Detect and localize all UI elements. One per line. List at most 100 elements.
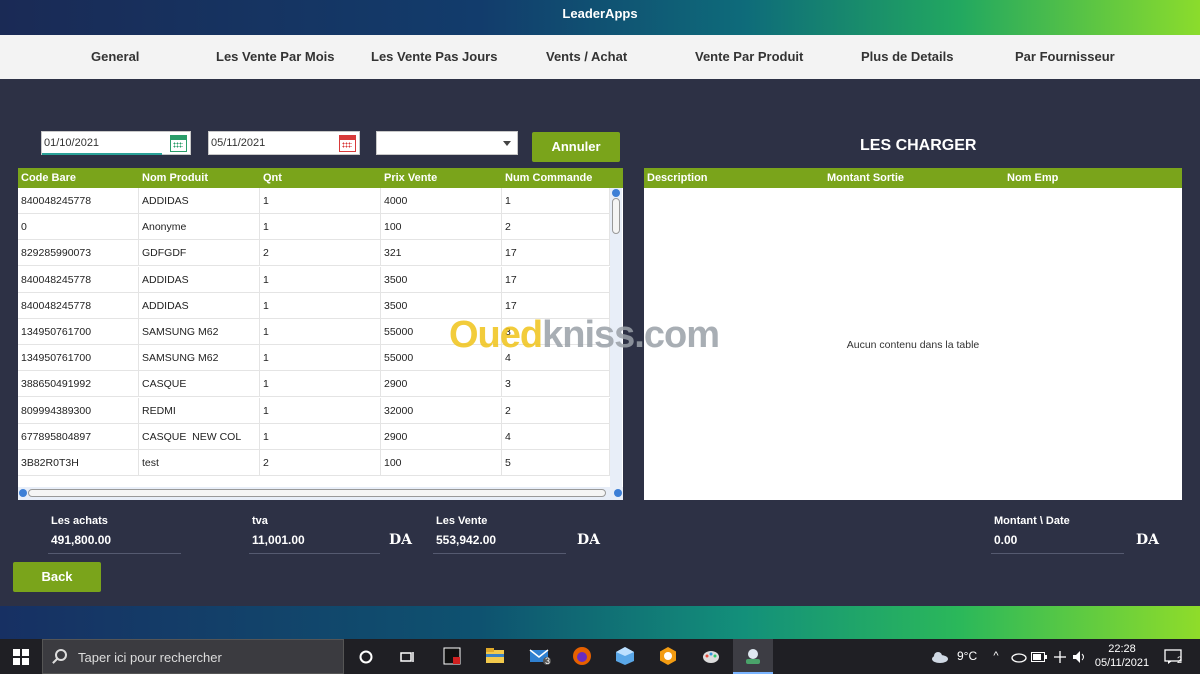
table-cell: 17 — [502, 240, 610, 267]
mail-icon[interactable] — [525, 639, 555, 674]
table-cell: 1 — [260, 188, 381, 214]
mail-badge: 3 — [545, 656, 551, 666]
achats-value: 491,800.00 — [51, 533, 112, 547]
table-cell: ADDIDAS — [139, 292, 260, 319]
scroll-up-icon[interactable] — [612, 189, 620, 197]
cortana-icon[interactable] — [352, 639, 380, 674]
charges-table: Description Montant Sortie Nom Emp Aucun… — [644, 168, 1182, 500]
table-row[interactable]: 0 Anonyme 1 100 2 — [18, 214, 610, 241]
firefox-icon[interactable] — [568, 639, 596, 674]
leaderapps-taskbar-button[interactable] — [733, 639, 773, 674]
table-cell: 3B82R0T3H — [18, 450, 139, 476]
weather-temp[interactable]: 9°C — [957, 649, 977, 663]
filter-select[interactable] — [376, 131, 518, 155]
achats-label: Les achats — [51, 515, 108, 527]
column-header[interactable]: Prix Vente — [381, 168, 502, 188]
table-cell: 1 — [260, 423, 381, 450]
table-cell: 2 — [260, 240, 381, 267]
table-cell: 1 — [260, 292, 381, 319]
app-box-icon[interactable] — [611, 639, 639, 674]
leaderapps-icon — [746, 649, 760, 664]
scroll-right-icon[interactable] — [614, 489, 622, 497]
task-view-icon[interactable] — [394, 639, 422, 674]
table-cell: GDFGDF — [139, 240, 260, 267]
cloud-sync-icon[interactable] — [1010, 639, 1028, 674]
calendar-icon[interactable] — [170, 135, 187, 152]
currency-label: DA — [577, 532, 601, 548]
chevron-down-icon — [503, 141, 511, 146]
column-header[interactable]: Nom Produit — [139, 168, 260, 188]
nav-vents-achat[interactable]: Vents / Achat — [546, 35, 627, 79]
date-to-value: 05/11/2021 — [211, 137, 266, 149]
notification-icon[interactable] — [1160, 639, 1186, 674]
app-cog-icon[interactable] — [654, 639, 682, 674]
table-row[interactable]: 840048245778 ADDIDAS 1 4000 1 — [18, 188, 610, 214]
battery-icon[interactable] — [1030, 639, 1048, 674]
table-cell: 0 — [18, 214, 139, 241]
table-cell: ADDIDAS — [139, 188, 260, 214]
date-to-picker[interactable]: 05/11/2021 — [208, 131, 360, 155]
network-icon[interactable] — [1051, 639, 1069, 674]
table-cell: CASQUE — [139, 371, 260, 398]
watermark-part: kniss.com — [542, 314, 720, 356]
table-row[interactable]: 809994389300 REDMI 1 32000 2 — [18, 397, 610, 424]
scroll-left-icon[interactable] — [19, 489, 27, 497]
app-icon[interactable] — [438, 639, 466, 674]
column-header[interactable]: Nom Emp — [1004, 168, 1182, 188]
table-cell: 3500 — [381, 266, 502, 293]
nav-plus-de-details[interactable]: Plus de Details — [861, 35, 953, 79]
currency-label: DA — [1136, 532, 1160, 548]
calendar-icon[interactable] — [339, 135, 356, 152]
table-cell: 388650491992 — [18, 371, 139, 398]
taskbar-search-input[interactable]: Taper ici pour rechercher — [42, 639, 344, 674]
search-icon — [55, 649, 67, 661]
back-button[interactable]: Back — [13, 562, 101, 592]
scroll-thumb[interactable] — [28, 489, 606, 497]
table-cell: 809994389300 — [18, 397, 139, 424]
column-header[interactable]: Description — [644, 168, 824, 188]
weather-cloud-icon[interactable] — [929, 639, 951, 674]
table-cell: 1 — [260, 397, 381, 424]
cancel-button[interactable]: Annuler — [532, 132, 620, 162]
nav-par-fournisseur[interactable]: Par Fournisseur — [1015, 35, 1115, 79]
table-cell: SAMSUNG M62 — [139, 345, 260, 372]
file-explorer-icon[interactable] — [481, 639, 509, 674]
table-cell: 17 — [502, 266, 610, 293]
chevron-up-icon[interactable]: ^ — [988, 639, 1004, 674]
divider — [48, 553, 181, 554]
nav-vente-par-produit[interactable]: Vente Par Produit — [695, 35, 803, 79]
table-row[interactable]: 829285990073 GDFGDF 2 321 17 — [18, 240, 610, 267]
paint-icon[interactable] — [697, 639, 725, 674]
table-cell: Anonyme — [139, 214, 260, 241]
volume-icon[interactable] — [1071, 639, 1089, 674]
scroll-thumb[interactable] — [612, 198, 620, 234]
nav-vente-pas-jours[interactable]: Les Vente Pas Jours — [371, 35, 497, 79]
date-from-value: 01/10/2021 — [44, 137, 100, 149]
montant-date-label: Montant \ Date — [994, 515, 1070, 527]
table-cell: 134950761700 — [18, 345, 139, 372]
nav-general[interactable]: General — [91, 35, 139, 79]
table-cell: 3 — [502, 371, 610, 398]
horizontal-scrollbar[interactable] — [18, 487, 623, 500]
table-cell: 1 — [260, 266, 381, 293]
table-row[interactable]: 840048245778 ADDIDAS 1 3500 17 — [18, 266, 610, 293]
column-header[interactable]: Num Commande — [502, 168, 623, 188]
column-header[interactable]: Montant Sortie — [824, 168, 1004, 188]
table-cell: 1 — [502, 188, 610, 214]
date-from-picker[interactable]: 01/10/2021 — [41, 131, 191, 155]
column-header[interactable]: Qnt — [260, 168, 381, 188]
table-cell: SAMSUNG M62 — [139, 319, 260, 345]
table-row[interactable]: 677895804897 CASQUE NEW COL 1 2900 4 — [18, 423, 610, 450]
table-cell: 2 — [502, 397, 610, 424]
windows-start-icon[interactable] — [0, 639, 42, 674]
column-header[interactable]: Code Bare — [18, 168, 139, 188]
currency-label: DA — [389, 532, 413, 548]
table-cell: 840048245778 — [18, 188, 139, 214]
table-row[interactable]: 388650491992 CASQUE 1 2900 3 — [18, 371, 610, 398]
taskbar-clock[interactable]: 22:28 05/11/2021 — [1092, 642, 1152, 670]
table-header: Description Montant Sortie Nom Emp — [644, 168, 1182, 188]
table-row[interactable]: 3B82R0T3H test 2 100 5 — [18, 450, 610, 476]
taskbar: Taper ici pour rechercher 3 9°C ^ 22:28 … — [0, 639, 1200, 674]
table-cell: 840048245778 — [18, 292, 139, 319]
nav-vente-par-mois[interactable]: Les Vente Par Mois — [216, 35, 335, 79]
